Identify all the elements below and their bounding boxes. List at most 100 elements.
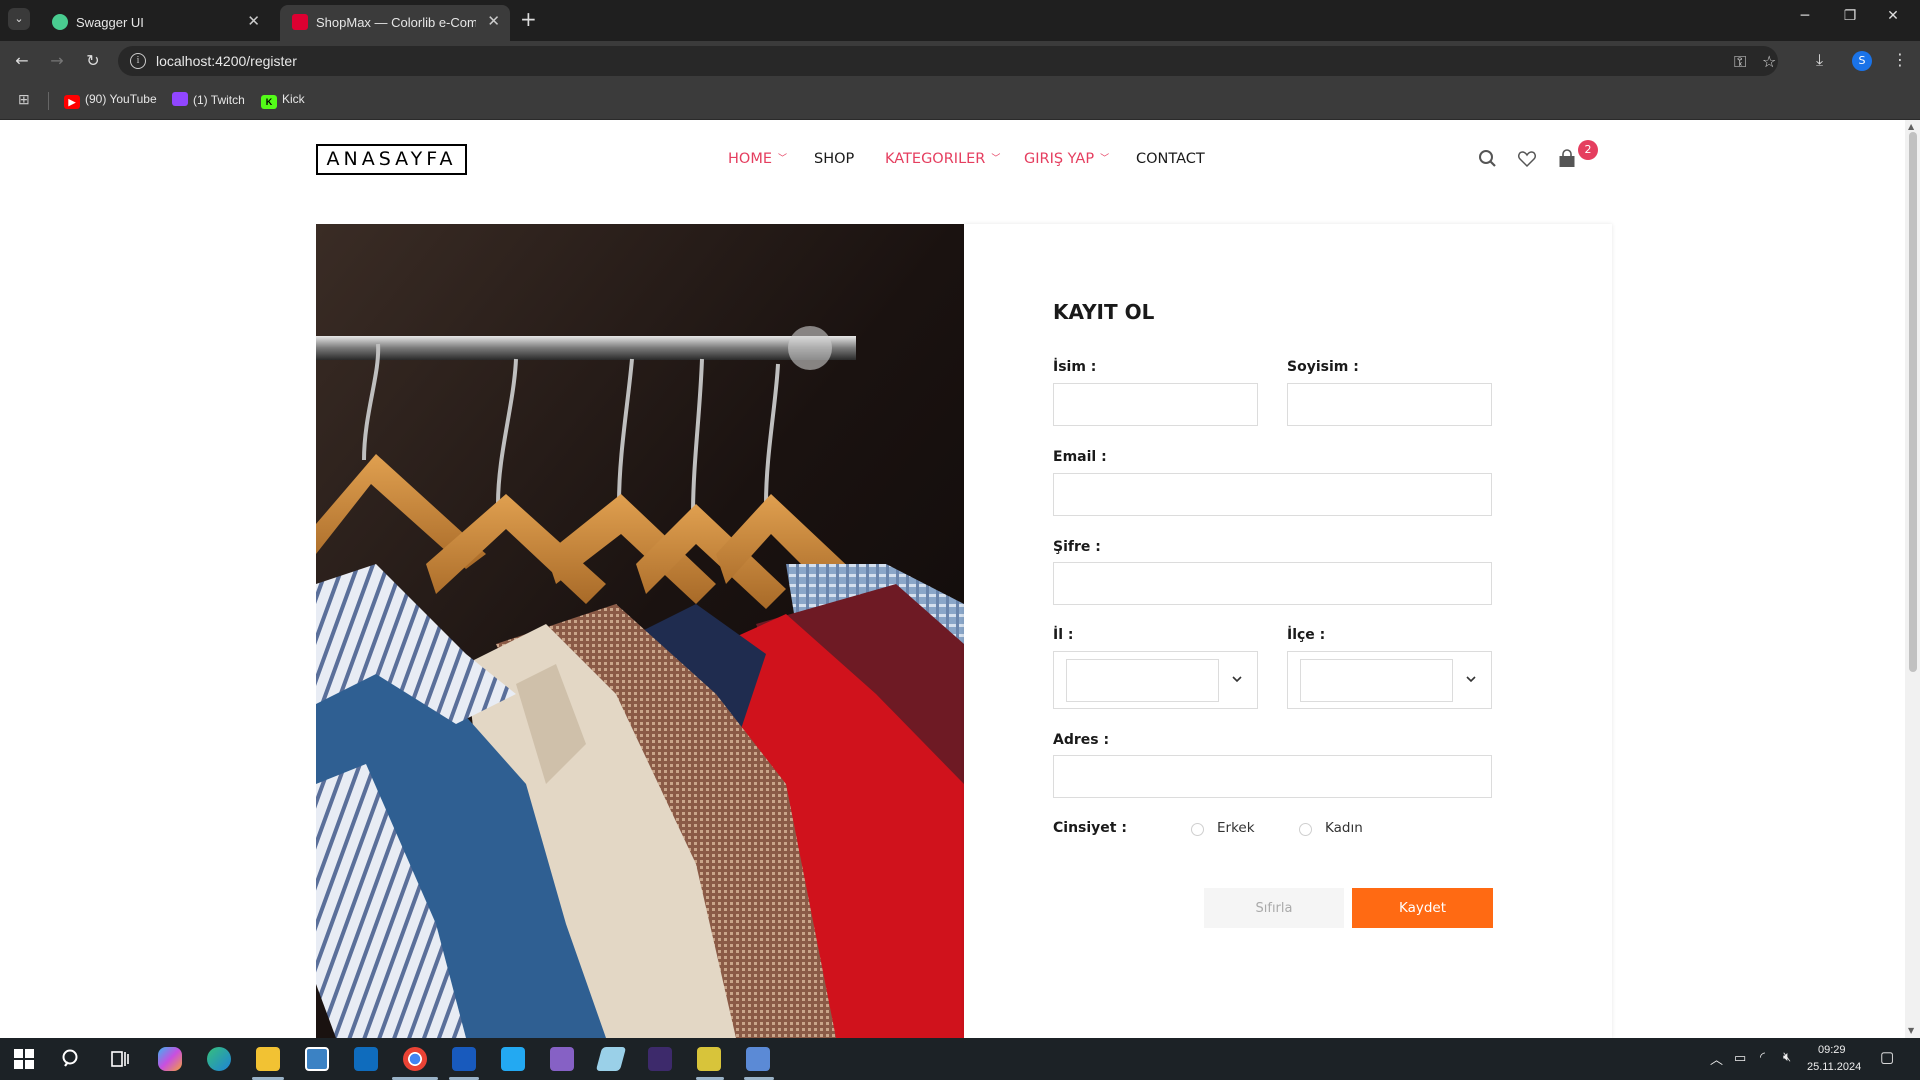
chevron-down-icon: ﹀ <box>991 154 1001 164</box>
nav-home-label: HOME <box>728 151 772 167</box>
browser-toolbar: ← → ↻ i localhost:4200/register ⚿ ☆ ⤓ S … <box>0 41 1920 82</box>
tab-swagger[interactable]: Swagger UI ✕ <box>40 5 270 41</box>
tab-title: ShopMax — Colorlib e-Comme <box>316 15 476 30</box>
nav-login[interactable]: GIRIŞ YAP ﹀ <box>1024 151 1109 167</box>
sql-server-icon[interactable] <box>746 1047 770 1071</box>
task-view-icon[interactable] <box>108 1047 132 1071</box>
twitch-icon <box>172 92 188 106</box>
download-icon[interactable]: ⤓ <box>1816 50 1823 70</box>
gender-radio-kadin[interactable] <box>1299 823 1312 836</box>
site-logo[interactable]: ANASAYFA <box>316 144 467 175</box>
windows-taskbar: ︿ ▭ ◜ 🔇︎ 09:29 25.11.2024 ▢ <box>0 1038 1920 1080</box>
chevron-down-icon <box>1232 676 1242 683</box>
notes-app-icon[interactable] <box>595 1047 627 1071</box>
address-bar[interactable]: i localhost:4200/register ⚿ ☆ <box>118 46 1778 76</box>
bookmark-label: Kick <box>282 92 305 106</box>
tab-search-button[interactable]: ⌄ <box>8 8 30 30</box>
chrome-icon[interactable] <box>403 1047 427 1071</box>
email-input[interactable] <box>1053 473 1492 516</box>
bookmark-twitch[interactable]: (1) Twitch <box>172 92 245 107</box>
page-scrollbar[interactable]: ▲ ▼ <box>1905 120 1920 1038</box>
tab-shopmax[interactable]: ShopMax — Colorlib e-Comme ✕ <box>280 5 510 41</box>
forward-button[interactable]: → <box>45 51 69 70</box>
angular-favicon-icon <box>292 14 308 30</box>
bookmark-label: (1) Twitch <box>193 93 245 107</box>
city-select[interactable] <box>1053 651 1258 709</box>
bookmark-star-icon[interactable]: ☆ <box>1762 52 1776 71</box>
vscode-icon[interactable] <box>501 1047 525 1071</box>
last-name-input[interactable] <box>1287 383 1492 426</box>
outlook-icon[interactable] <box>354 1047 378 1071</box>
windows-start-icon[interactable] <box>12 1047 36 1071</box>
reset-button[interactable]: Sıfırla <box>1204 888 1344 928</box>
clock-date[interactable]: 25.11.2024 <box>1807 1061 1861 1073</box>
chevron-down-icon <box>1466 676 1476 683</box>
password-input[interactable] <box>1053 562 1492 605</box>
first-name-label: İsim : <box>1053 359 1097 375</box>
visual-studio-icon[interactable] <box>550 1047 574 1071</box>
clock-time[interactable]: 09:29 <box>1818 1044 1846 1056</box>
minimize-button[interactable]: ─ <box>1785 8 1825 24</box>
new-tab-button[interactable]: + <box>520 8 537 30</box>
close-window-button[interactable]: ✕ <box>1873 8 1913 24</box>
word-icon[interactable] <box>452 1047 476 1071</box>
notifications-icon[interactable]: ▢ <box>1880 1048 1894 1066</box>
terminal-icon[interactable] <box>648 1047 672 1071</box>
menu-kebab-icon[interactable]: ⋮ <box>1892 50 1908 69</box>
copilot-icon[interactable] <box>158 1047 182 1071</box>
bookmark-kick[interactable]: K Kick <box>261 92 305 109</box>
page-viewport: ANASAYFA HOME ﹀ SHOP KATEGORILER ﹀ GIRIŞ Y… <box>0 120 1905 1038</box>
gender-option-kadin[interactable]: Kadın <box>1325 820 1363 836</box>
reload-button[interactable]: ↻ <box>81 51 105 70</box>
nav-contact[interactable]: CONTACT <box>1136 151 1205 167</box>
close-tab-icon[interactable]: ✕ <box>487 12 500 30</box>
district-select[interactable] <box>1287 651 1492 709</box>
battery-icon[interactable]: ▭ <box>1734 1050 1746 1066</box>
scrollbar-thumb[interactable] <box>1909 132 1917 672</box>
gender-radio-erkek[interactable] <box>1191 823 1204 836</box>
nav-categories-label: KATEGORILER <box>885 151 986 167</box>
district-select-value <box>1300 659 1453 702</box>
back-button[interactable]: ← <box>10 51 34 70</box>
scroll-up-icon[interactable]: ▲ <box>1908 122 1914 131</box>
bookmark-label: (90) YouTube <box>85 92 157 106</box>
address-input[interactable] <box>1053 755 1492 798</box>
volume-muted-icon[interactable]: 🔇︎ <box>1783 1049 1791 1065</box>
search-icon[interactable] <box>1477 148 1499 170</box>
restore-button[interactable]: ❐ <box>1830 8 1870 24</box>
save-button[interactable]: Kaydet <box>1352 888 1493 928</box>
site-info-icon[interactable]: i <box>130 53 146 69</box>
profile-avatar[interactable]: S <box>1852 51 1872 71</box>
search-icon[interactable] <box>60 1047 84 1071</box>
tray-overflow-icon[interactable]: ︿ <box>1710 1049 1723 1068</box>
bookmarks-bar: ⊞ ▶ (90) YouTube (1) Twitch K Kick <box>0 82 1920 120</box>
nav-shop[interactable]: SHOP <box>814 151 854 167</box>
microsoft-store-icon[interactable] <box>305 1047 329 1071</box>
close-tab-icon[interactable]: ✕ <box>247 12 260 30</box>
email-label: Email : <box>1053 449 1107 465</box>
app-x-icon[interactable] <box>697 1047 721 1071</box>
chevron-down-icon: ﹀ <box>1100 154 1110 164</box>
nav-categories[interactable]: KATEGORILER ﹀ <box>885 151 1000 167</box>
address-label: Adres : <box>1053 732 1110 748</box>
city-label: İl : <box>1053 627 1074 643</box>
chevron-down-icon: ﹀ <box>778 154 788 164</box>
kick-icon: K <box>261 95 277 109</box>
swagger-favicon-icon <box>52 14 68 30</box>
apps-grid-icon[interactable]: ⊞ <box>18 91 30 108</box>
first-name-input[interactable] <box>1053 383 1258 426</box>
last-name-label: Soyisim : <box>1287 359 1359 375</box>
nav-home[interactable]: HOME ﹀ <box>728 151 787 167</box>
register-form-card: KAYIT OL İsim : Soyisim : Email : Şifre … <box>964 224 1612 1038</box>
wifi-icon[interactable]: ◜ <box>1760 1049 1765 1065</box>
cart-count-badge: 2 <box>1578 140 1598 160</box>
edge-icon[interactable] <box>207 1047 231 1071</box>
gender-option-erkek[interactable]: Erkek <box>1217 820 1255 836</box>
shopping-bag-icon[interactable] <box>1556 148 1578 170</box>
gender-label: Cinsiyet : <box>1053 820 1127 836</box>
scroll-down-icon[interactable]: ▼ <box>1908 1026 1914 1035</box>
file-explorer-icon[interactable] <box>256 1047 280 1071</box>
password-key-icon[interactable]: ⚿ <box>1734 52 1746 72</box>
heart-icon[interactable] <box>1516 148 1538 170</box>
bookmark-youtube[interactable]: ▶ (90) YouTube <box>64 92 157 109</box>
